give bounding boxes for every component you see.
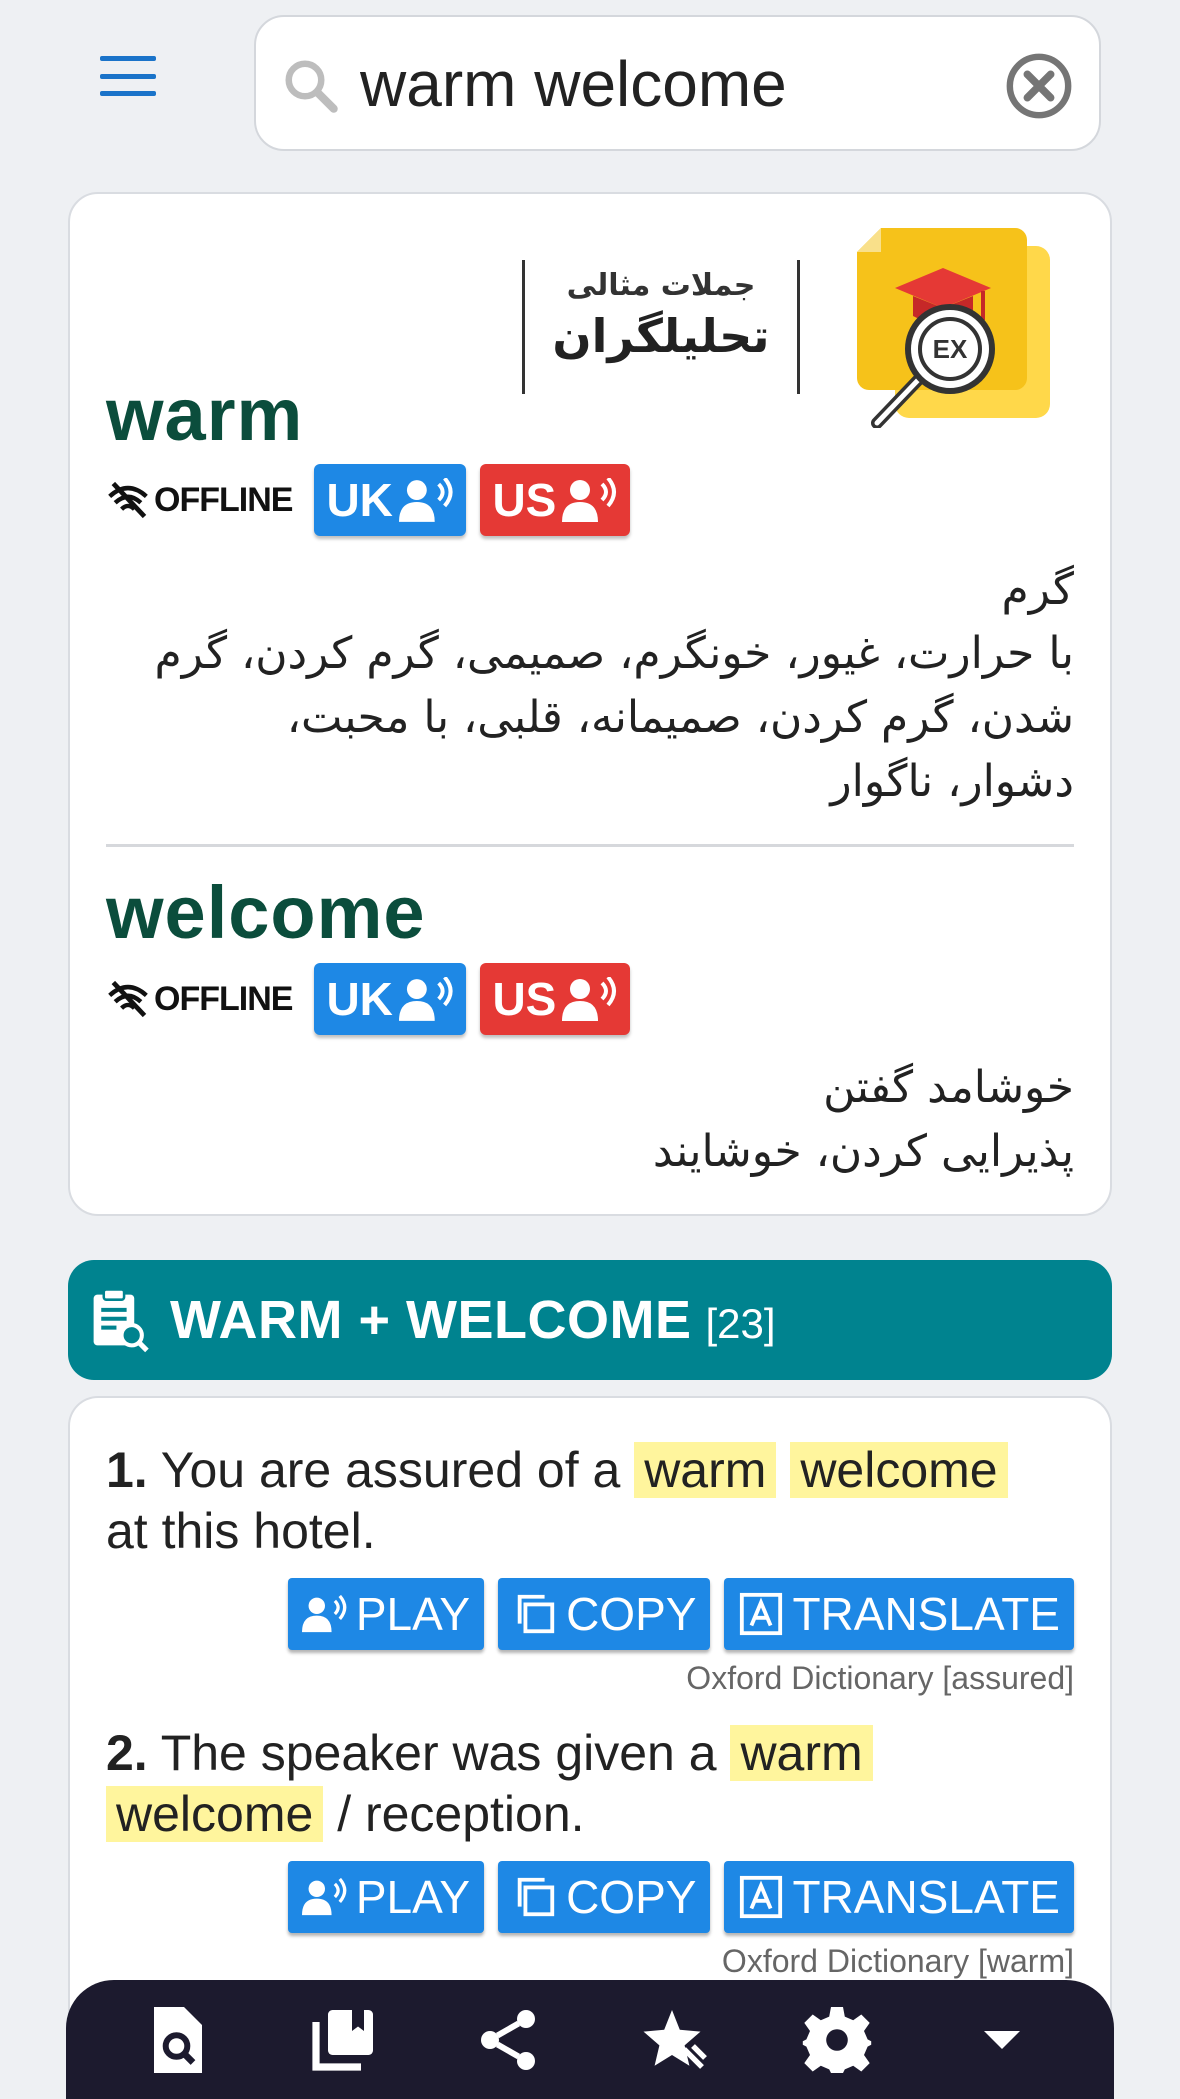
uk-label: UK: [326, 973, 393, 1025]
highlighted-word: warm: [634, 1442, 777, 1498]
logo-text: جملات مثالی تحلیلگران: [522, 260, 800, 394]
example-text: You are assured of a: [147, 1442, 635, 1498]
entry-word: welcome: [106, 871, 426, 954]
collocation-section-header[interactable]: WARM + WELCOME [23]: [68, 1260, 1112, 1380]
search-input[interactable]: [360, 39, 1000, 129]
entry-meanings: گرم با حرارت، غیور، خونگرم، صمیمی، گرم ک…: [155, 558, 1074, 814]
offline-indicator: OFFLINE: [106, 977, 293, 1021]
us-label: US: [492, 973, 557, 1025]
pronunciation-row: OFFLINE UK US: [106, 464, 631, 536]
nav-library[interactable]: [303, 2000, 383, 2080]
speaker-icon: [398, 478, 453, 522]
speaker-icon: [301, 1594, 347, 1633]
example-actions: PLAY COPY TRANSLATE: [287, 1861, 1074, 1933]
offline-icon: [108, 980, 148, 1018]
speaker-icon: [562, 478, 617, 522]
copy-button[interactable]: COPY: [498, 1861, 711, 1933]
uk-pronunciation-button[interactable]: UK: [314, 464, 467, 536]
entry-divider: [106, 844, 1074, 847]
copy-icon: [517, 1877, 555, 1917]
highlighted-word: welcome: [106, 1786, 324, 1842]
play-label: PLAY: [355, 1588, 471, 1640]
meaning-line: خوشامد گفتن: [823, 1062, 1074, 1113]
meaning-line: با حرارت، غیور، خونگرم، صمیمی، گرم کردن،…: [154, 628, 1074, 679]
bottom-navigation: [66, 1980, 1114, 2099]
example-actions: PLAY COPY TRANSLATE: [287, 1578, 1074, 1650]
gear-icon: [802, 2006, 872, 2073]
example-source: Oxford Dictionary [assured]: [686, 1660, 1074, 1696]
us-pronunciation-button[interactable]: US: [480, 464, 631, 536]
meaning-line: گرم: [1001, 564, 1074, 615]
copy-button[interactable]: COPY: [498, 1578, 711, 1650]
example-sentence: 1. You are assured of a warm welcome at t…: [106, 1440, 1074, 1562]
play-button[interactable]: PLAY: [287, 1578, 485, 1650]
document-search-icon: [154, 2006, 203, 2073]
copy-icon: [517, 1594, 555, 1634]
play-button[interactable]: PLAY: [287, 1861, 485, 1933]
nav-settings[interactable]: [797, 2000, 877, 2080]
nav-search-document[interactable]: [138, 2000, 218, 2080]
pronunciation-row: OFFLINE UK US: [106, 963, 631, 1035]
copy-label: COPY: [566, 1588, 697, 1640]
entry-word: warm: [106, 373, 304, 456]
svg-text:EX: EX: [933, 334, 968, 364]
star-icon: [643, 2009, 708, 2069]
caret-down-icon: [983, 2030, 1020, 2049]
speaker-icon: [562, 977, 617, 1021]
speaker-icon: [398, 977, 453, 1021]
us-label: US: [492, 474, 557, 526]
share-icon: [480, 2009, 535, 2070]
example-sentence: 2. The speaker was given a warm welcome /…: [106, 1723, 1074, 1845]
translate-button[interactable]: TRANSLATE: [724, 1578, 1074, 1650]
copy-label: COPY: [566, 1871, 697, 1923]
clear-icon[interactable]: [1004, 51, 1074, 121]
logo-subtitle: جملات مثالی: [566, 268, 756, 303]
nav-favorites[interactable]: [632, 2000, 712, 2080]
entry-meanings: خوشامد گفتن پذیرایی کردن، خوشایند: [653, 1056, 1074, 1184]
highlighted-word: welcome: [790, 1442, 1008, 1498]
meaning-line: شدن، گرم کردن، صمیمانه، قلبی، با محبت،: [286, 692, 1074, 743]
example-text: at this hotel.: [106, 1503, 376, 1559]
translate-label: TRANSLATE: [792, 1871, 1060, 1923]
search-box: [254, 15, 1101, 151]
search-icon: [285, 60, 338, 113]
translate-label: TRANSLATE: [792, 1588, 1060, 1640]
menu-icon[interactable]: [100, 56, 156, 96]
library-icon: [312, 2009, 373, 2071]
section-count: [23]: [705, 1300, 776, 1347]
section-title: WARM + WELCOME: [170, 1290, 692, 1350]
translate-icon: [740, 1592, 783, 1636]
offline-label: OFFLINE: [154, 480, 293, 519]
offline-icon: [108, 481, 148, 519]
example-number: 2.: [106, 1725, 148, 1781]
clipboard-search-icon: [93, 1288, 149, 1353]
highlighted-word: warm: [730, 1725, 873, 1781]
meaning-line: دشوار، ناگوار: [830, 756, 1074, 807]
uk-label: UK: [326, 474, 393, 526]
offline-indicator: OFFLINE: [106, 478, 293, 522]
example-sentences-logo-icon: EX: [857, 228, 1050, 428]
nav-share[interactable]: [468, 2000, 548, 2080]
speaker-icon: [301, 1877, 347, 1916]
nav-more[interactable]: [962, 2000, 1042, 2080]
meaning-line: پذیرایی کردن، خوشایند: [652, 1126, 1074, 1177]
translate-button[interactable]: TRANSLATE: [724, 1861, 1074, 1933]
example-source: Oxford Dictionary [warm]: [721, 1943, 1074, 1979]
offline-label: OFFLINE: [154, 979, 293, 1018]
us-pronunciation-button[interactable]: US: [480, 963, 631, 1035]
play-label: PLAY: [355, 1871, 471, 1923]
example-text: / reception.: [323, 1786, 585, 1842]
example-text: The speaker was given a: [147, 1725, 731, 1781]
logo-title: تحلیلگران: [552, 309, 770, 363]
example-number: 1.: [106, 1442, 148, 1498]
uk-pronunciation-button[interactable]: UK: [314, 963, 467, 1035]
translate-icon: [740, 1875, 783, 1919]
